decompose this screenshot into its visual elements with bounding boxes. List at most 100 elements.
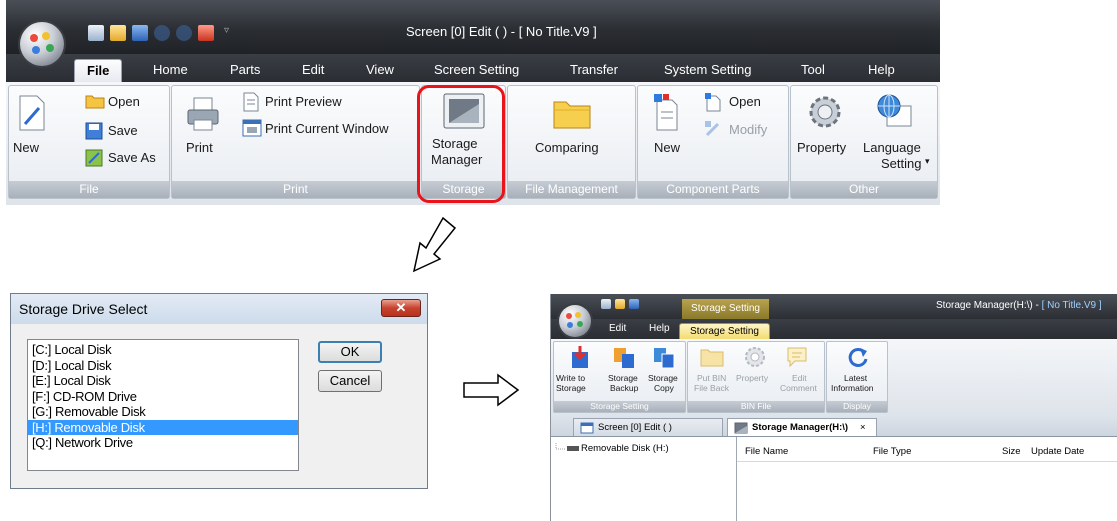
latest-information-label-2[interactable]: Information [831,383,874,393]
storage-copy-label-1[interactable]: Storage [648,373,678,383]
print-current-window-button[interactable]: Print Current Window [265,121,389,136]
tab-edit[interactable]: Edit [609,323,626,334]
list-item[interactable]: [D:] Local Disk [28,358,298,374]
dialog-title: Storage Drive Select [19,301,148,317]
close-tab-icon[interactable]: × [860,419,866,437]
save-button[interactable]: Save [108,123,138,138]
storage-copy-icon [654,348,675,369]
tab-storage-setting[interactable]: Storage Setting [679,323,770,339]
latest-information-label-1[interactable]: Latest [844,373,867,383]
column-update-date[interactable]: Update Date [1031,446,1084,457]
group-label-print: Print [172,181,419,198]
property-button[interactable]: Property [797,140,846,155]
open-folder-icon[interactable] [615,299,625,309]
save-icon[interactable] [629,299,639,309]
screen-icon [580,422,594,434]
new-file-icon[interactable] [88,25,104,41]
open-folder-icon[interactable] [110,25,126,41]
save-icon[interactable] [132,25,148,41]
context-tab-header: Storage Setting [682,299,769,319]
tree-item-removable-disk[interactable]: Removable Disk (H:) [567,443,669,454]
open-button[interactable]: Open [108,94,140,109]
list-item[interactable]: [C:] Local Disk [28,342,298,358]
storage-backup-label-2[interactable]: Backup [610,383,638,393]
list-item[interactable]: [F:] CD-ROM Drive [28,389,298,405]
customize-qat-icon[interactable]: ▿ [224,25,232,41]
column-file-name[interactable]: File Name [745,446,788,457]
tab-tool[interactable]: Tool [801,59,825,81]
arrow-down-icon [412,216,457,273]
write-to-storage-icon [572,346,588,368]
group-other: Property Language Setting ▾ Other [790,85,938,199]
doc-tab-screen-edit[interactable]: Screen [0] Edit ( ) [573,418,723,436]
comparing-button[interactable]: Comparing [535,140,599,155]
doc-tab-screen-label: Screen [0] Edit ( ) [598,422,672,433]
storage-drive-select-dialog: Storage Drive Select ✕ [C:] Local Disk [… [10,293,428,489]
ok-button[interactable]: OK [318,341,382,363]
group-label-component-parts: Component Parts [638,181,788,198]
write-to-storage-label-2[interactable]: Storage [556,383,586,393]
list-item-selected[interactable]: [H:] Removable Disk [28,419,298,435]
language-setting-label-1[interactable]: Language [863,140,921,155]
print-preview-button[interactable]: Print Preview [265,94,342,109]
download-icon[interactable] [198,25,214,41]
tab-home[interactable]: Home [153,59,188,81]
list-item[interactable]: [E:] Local Disk [28,373,298,389]
sm-title-prefix: Storage Manager(H:\) - [936,300,1042,311]
tab-parts[interactable]: Parts [230,59,260,81]
put-bin-label-2[interactable]: File Back [694,383,729,393]
tab-file[interactable]: File [74,59,123,82]
tab-screen-setting[interactable]: Screen Setting [434,59,519,81]
edit-comment-label-2[interactable]: Comment [780,383,817,393]
open-component-button[interactable]: Open [729,94,761,109]
storage-copy-label-2[interactable]: Copy [654,383,674,393]
property-label[interactable]: Property [736,373,768,383]
storage-backup-label-1[interactable]: Storage [608,373,638,383]
tab-edit[interactable]: Edit [302,59,324,81]
drive-listbox[interactable]: [C:] Local Disk [D:] Local Disk [E:] Loc… [27,339,299,471]
print-button[interactable]: Print [186,140,213,155]
application-menu-button[interactable] [20,22,64,66]
column-size[interactable]: Size [1002,446,1020,457]
open-folder-icon [85,95,105,109]
list-item[interactable]: [Q:] Network Drive [28,435,298,451]
tab-system-setting[interactable]: System Setting [664,59,751,81]
tab-transfer[interactable]: Transfer [570,59,618,81]
group-label-storage-setting: Storage Setting [554,401,685,412]
storage-manager-icon [734,422,748,434]
group-display: Latest Information Display [826,341,888,413]
new-button[interactable]: New [13,140,39,155]
doc-tab-storage-manager[interactable]: Storage Manager(H:\) × [727,418,877,436]
language-globe-icon [877,94,912,127]
title-bar: Screen [0] Edit ( ) - [ No Title.V9 ] ▿ [6,0,940,54]
tab-help[interactable]: Help [649,323,670,334]
write-to-storage-label-1[interactable]: Write to [556,373,585,383]
list-item[interactable]: [G:] Removable Disk [28,404,298,420]
open-component-icon [705,93,721,112]
arrow-right-icon [463,373,520,407]
tab-help[interactable]: Help [868,59,895,81]
group-file-management: Comparing File Management [507,85,636,199]
print-window-icon [242,119,262,137]
window-title: Screen [0] Edit ( ) - [ No Title.V9 ] [406,24,597,39]
column-file-type[interactable]: File Type [873,446,911,457]
refresh-icon [848,347,868,367]
edit-comment-label-1[interactable]: Edit [792,373,807,383]
undo-icon[interactable] [154,25,170,41]
modify-component-icon [705,121,720,137]
cancel-button[interactable]: Cancel [318,370,382,392]
group-bin-file: Put BIN File Back Property Edit Comment … [687,341,825,413]
close-icon[interactable]: ✕ [381,299,421,317]
save-icon [85,122,103,140]
drive-tree: Removable Disk (H:) [551,437,737,521]
new-component-button[interactable]: New [654,140,680,155]
save-as-button[interactable]: Save As [108,150,156,165]
modify-component-button[interactable]: Modify [729,122,767,137]
tab-view[interactable]: View [366,59,394,81]
new-file-icon[interactable] [601,299,611,309]
application-menu-button[interactable] [559,305,591,337]
dialog-title-bar: Storage Drive Select ✕ [11,294,427,324]
redo-icon[interactable] [176,25,192,41]
put-bin-label-1[interactable]: Put BIN [697,373,726,383]
language-setting-label-2[interactable]: Setting [881,156,921,171]
